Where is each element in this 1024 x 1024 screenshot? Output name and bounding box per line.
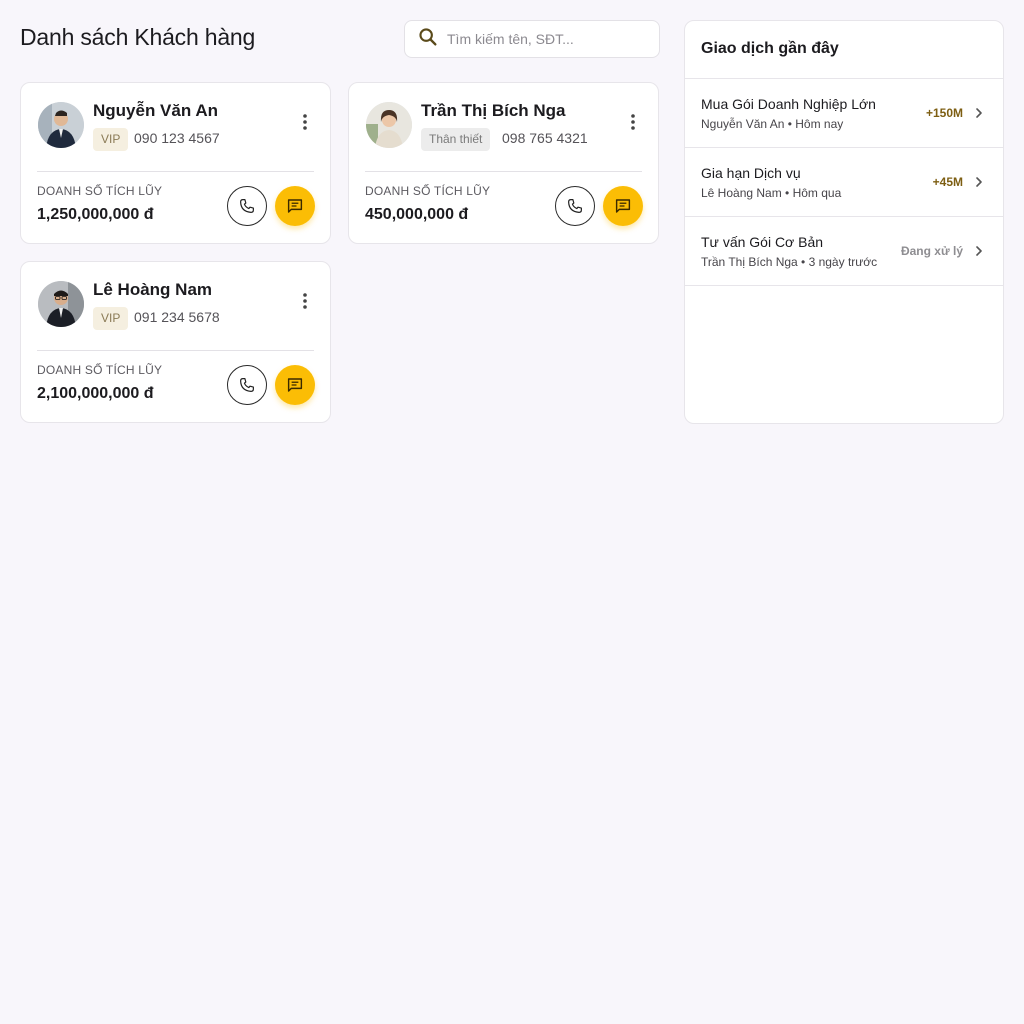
customer-card[interactable]: Nguyễn Văn An VIP 090 123 4567 DOANH SỐ …: [20, 82, 331, 244]
transaction-status: Đang xử lý: [900, 244, 963, 258]
transaction-meta: Trần Thị Bích Nga • 3 ngày trước: [701, 255, 878, 269]
transaction-amount: +45M: [932, 175, 963, 189]
transaction-name: Gia hạn Dịch vụ: [701, 165, 801, 181]
avatar: [366, 102, 412, 148]
sales-label: DOANH SỐ TÍCH LŨY: [365, 184, 491, 198]
recent-transactions-panel: Giao dịch gần đây Mua Gói Doanh Nghiệp L…: [684, 20, 1004, 424]
sales-value: 1,250,000,000 đ: [37, 206, 154, 223]
customer-card[interactable]: Trần Thị Bích Nga Thân thiết 098 765 432…: [348, 82, 659, 244]
customer-phone: 098 765 4321: [502, 130, 588, 146]
sales-label: DOANH SỐ TÍCH LŨY: [37, 363, 163, 377]
call-button[interactable]: [555, 186, 595, 226]
divider: [365, 171, 642, 172]
message-icon: [287, 199, 303, 213]
search-icon: [417, 26, 439, 53]
chevron-right-icon: [976, 246, 982, 256]
divider: [37, 171, 314, 172]
customer-phone: 091 234 5678: [134, 309, 220, 325]
customer-name: Lê Hoàng Nam: [93, 280, 213, 299]
more-options-icon[interactable]: [294, 290, 316, 312]
page-title: Danh sách Khách hàng: [20, 24, 256, 50]
divider: [37, 350, 314, 351]
transaction-row[interactable]: Mua Gói Doanh Nghiệp Lớn Nguyễn Văn An •…: [685, 79, 1003, 148]
phone-icon: [568, 199, 582, 213]
transaction-row[interactable]: Gia hạn Dịch vụ Lê Hoàng Nam • Hôm qua +…: [685, 148, 1003, 217]
sales-value: 2,100,000,000 đ: [37, 385, 154, 402]
customer-card[interactable]: Lê Hoàng Nam VIP 091 234 5678 DOANH SỐ T…: [20, 261, 331, 423]
transaction-meta: Lê Hoàng Nam • Hôm qua: [701, 186, 842, 200]
message-button[interactable]: [275, 365, 315, 405]
sales-label: DOANH SỐ TÍCH LŨY: [37, 184, 163, 198]
chevron-right-icon: [976, 108, 982, 118]
message-icon: [287, 378, 303, 392]
transaction-amount: +150M: [925, 106, 963, 120]
call-button[interactable]: [227, 365, 267, 405]
tier-badge: VIP: [93, 307, 129, 330]
chevron-right-icon: [976, 177, 982, 187]
call-button[interactable]: [227, 186, 267, 226]
tier-badge: Thân thiết: [421, 128, 491, 151]
message-icon: [615, 199, 631, 213]
customer-name: Nguyễn Văn An: [93, 101, 218, 120]
transaction-name: Mua Gói Doanh Nghiệp Lớn: [701, 96, 876, 112]
customer-name: Trần Thị Bích Nga: [421, 101, 566, 120]
search-input[interactable]: [447, 31, 647, 47]
panel-title: Giao dịch gần đây: [701, 40, 839, 57]
avatar: [38, 281, 84, 327]
transaction-meta: Nguyễn Văn An • Hôm nay: [701, 117, 844, 131]
customer-phone: 090 123 4567: [134, 130, 220, 146]
transaction-name: Tư vấn Gói Cơ Bản: [701, 234, 824, 250]
transaction-row[interactable]: Tư vấn Gói Cơ Bản Trần Thị Bích Nga • 3 …: [685, 217, 1003, 286]
tier-badge: VIP: [93, 128, 129, 151]
message-button[interactable]: [275, 186, 315, 226]
message-button[interactable]: [603, 186, 643, 226]
more-options-icon[interactable]: [294, 111, 316, 133]
more-options-icon[interactable]: [622, 111, 644, 133]
sales-value: 450,000,000 đ: [365, 206, 469, 223]
avatar: [38, 102, 84, 148]
phone-icon: [240, 378, 254, 392]
phone-icon: [240, 199, 254, 213]
search-box[interactable]: [404, 20, 660, 58]
